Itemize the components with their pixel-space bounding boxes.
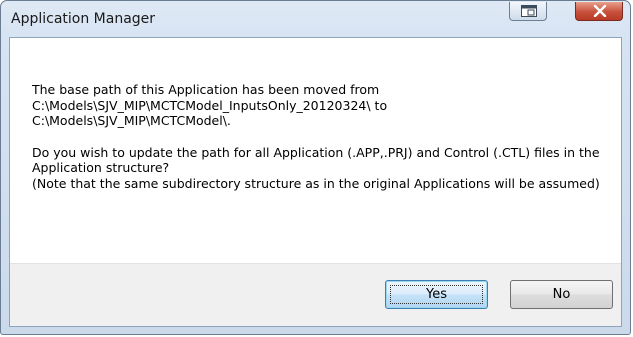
yes-button[interactable]: Yes [385, 280, 488, 309]
message-line-3: C:\Models\SJV_MIP\MCTCModel\. [32, 113, 231, 128]
close-button[interactable] [575, 2, 623, 21]
button-area: Yes No [10, 263, 621, 326]
message-line-2: C:\Models\SJV_MIP\MCTCModel_InputsOnly_2… [32, 97, 388, 113]
dialog-body: The base path of this Application has be… [9, 37, 622, 327]
question-text: Do you wish to update the path for all A… [32, 144, 600, 176]
no-button[interactable]: No [510, 280, 613, 309]
message-text: The base path of this Application has be… [32, 82, 607, 191]
note-text: (Note that the same subdirectory structu… [32, 175, 600, 191]
window-title: Application Manager [11, 11, 156, 27]
title-bar[interactable]: Application Manager [1, 1, 630, 37]
close-x-icon [593, 5, 607, 17]
restore-window-icon [521, 5, 537, 17]
restore-button[interactable] [509, 2, 547, 21]
dialog-window: Application Manager The base path of thi… [0, 0, 631, 335]
message-line-1: The base path of this Application has be… [32, 82, 380, 97]
yes-button-label: Yes [426, 287, 447, 302]
no-button-label: No [552, 287, 571, 302]
